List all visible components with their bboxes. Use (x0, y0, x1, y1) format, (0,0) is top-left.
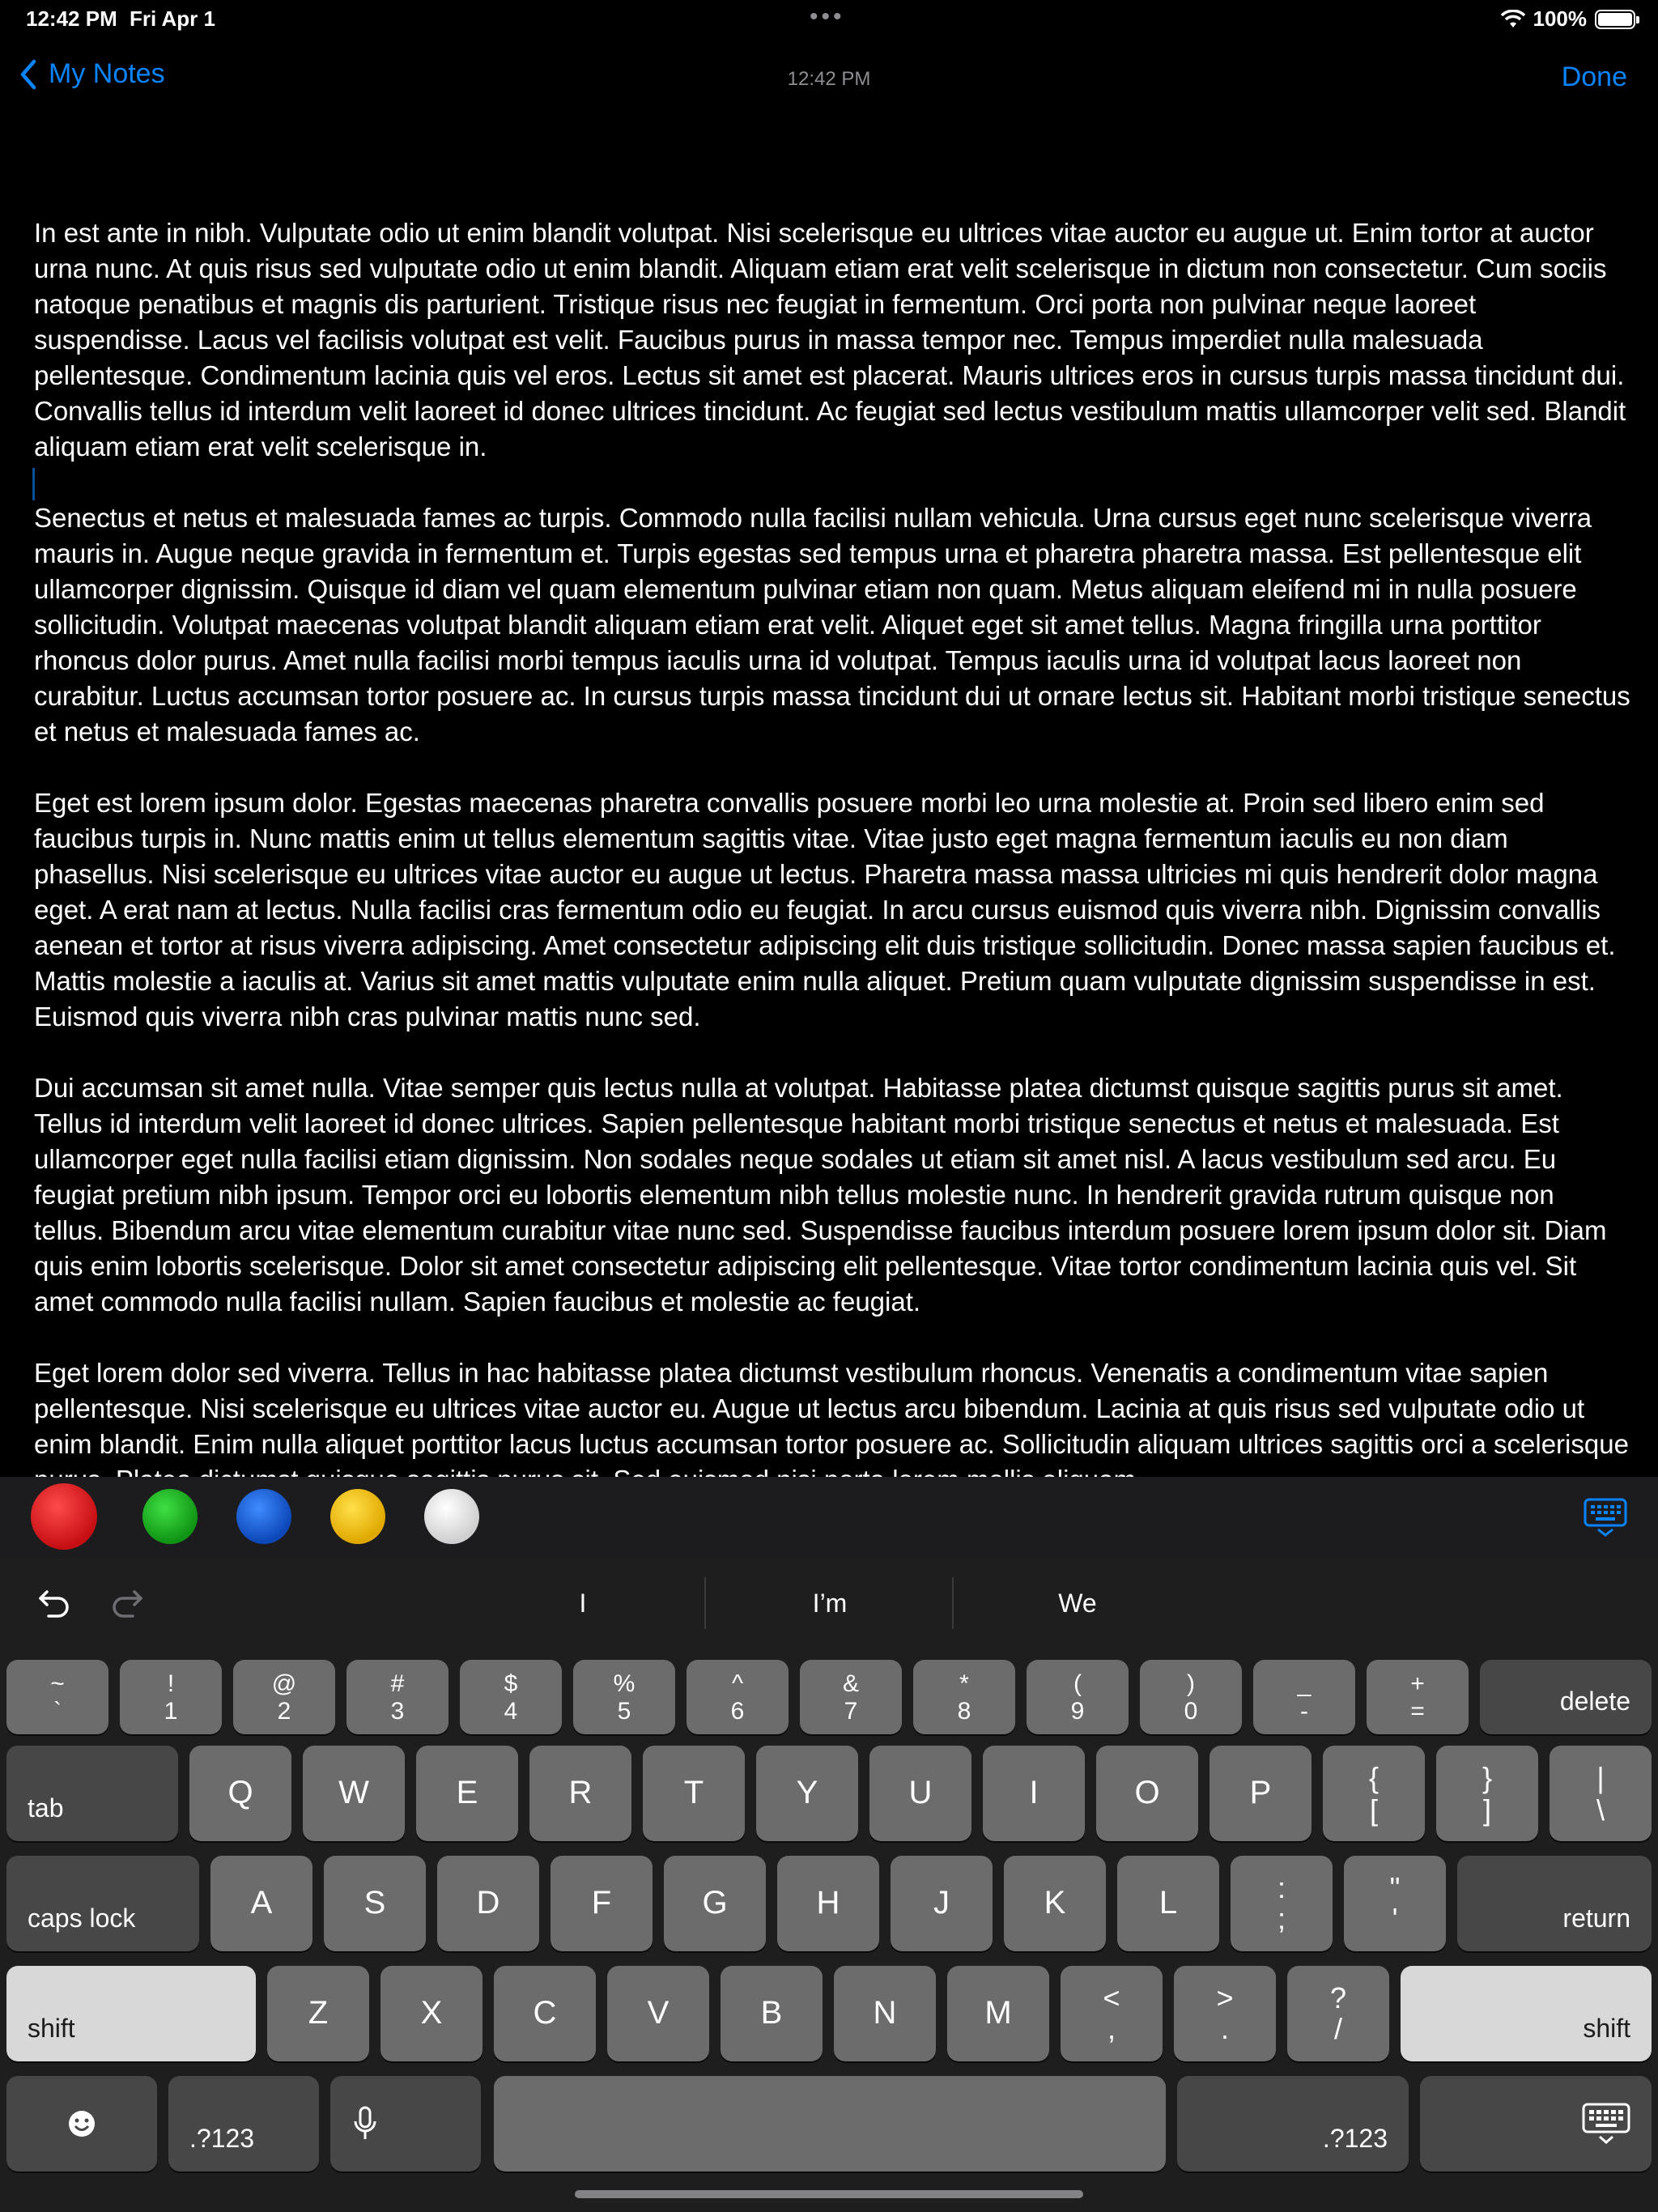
key-c[interactable]: C (494, 1966, 596, 2061)
key-comma[interactable]: <, (1061, 1966, 1163, 2061)
tab-key[interactable]: tab (6, 1746, 178, 1841)
keyboard-dismiss-icon[interactable] (1584, 1498, 1627, 1537)
key-tilde[interactable]: ~ ` (6, 1660, 108, 1734)
redo-icon[interactable] (110, 1587, 144, 1619)
key-v[interactable]: V (607, 1966, 709, 2061)
key-9[interactable]: (9 (1027, 1660, 1129, 1734)
microphone-icon (330, 2076, 481, 2172)
note-paragraph[interactable]: Senectus et netus et malesuada fames ac … (34, 500, 1630, 750)
status-bar: 12:42 PM Fri Apr 1 ••• 100% (0, 0, 1658, 40)
note-paragraph[interactable]: Eget lorem dolor sed viverra. Tellus in … (34, 1355, 1630, 1477)
key-t[interactable]: T (643, 1746, 745, 1841)
key-x[interactable]: X (380, 1966, 483, 2061)
key-slash[interactable]: ? / (1287, 1966, 1389, 2061)
home-indicator[interactable] (575, 2190, 1083, 2198)
suggestion-divider (704, 1577, 706, 1629)
key-b[interactable]: B (721, 1966, 823, 2061)
note-paragraph[interactable]: In est ante in nibh. Vulputate odio ut e… (34, 215, 1630, 465)
green-color-button[interactable] (142, 1489, 198, 1544)
key-u[interactable]: U (869, 1746, 971, 1841)
hide-keyboard-key[interactable] (1420, 2076, 1652, 2172)
key-a[interactable]: A (210, 1856, 312, 1951)
key-d[interactable]: D (437, 1856, 539, 1951)
color-toolbar (0, 1477, 1658, 1558)
key-l[interactable]: L (1117, 1856, 1219, 1951)
key-j[interactable]: J (891, 1856, 993, 1951)
suggestion-2[interactable]: I’m (708, 1589, 951, 1619)
key-5[interactable]: % 5 (573, 1660, 675, 1734)
key-backslash[interactable]: | \ (1550, 1746, 1652, 1841)
key-0[interactable]: ) 0 (1140, 1660, 1242, 1734)
text-cursor (32, 468, 35, 500)
key-k[interactable]: K (1004, 1856, 1106, 1951)
done-button[interactable]: Done (1562, 62, 1627, 93)
blue-color-button[interactable] (236, 1489, 291, 1544)
key-7[interactable]: & 7 (800, 1660, 902, 1734)
status-right: 100% (1500, 6, 1639, 32)
key-g[interactable]: G (664, 1856, 766, 1951)
key-o[interactable]: O (1096, 1746, 1198, 1841)
keyboard-hide-icon (1420, 2076, 1652, 2172)
undo-icon[interactable] (37, 1587, 71, 1619)
return-key[interactable]: return (1457, 1856, 1652, 1951)
onscreen-keyboard: I I’m We ~ ` ! 1 @2 #3 $4 % 5 ^ 6 & 7 * 8 (9 )… (0, 1558, 1658, 2212)
shift-left-key[interactable]: shift (6, 1966, 256, 2061)
key-minus[interactable]: _ - (1253, 1660, 1355, 1734)
key-p[interactable]: P (1209, 1746, 1312, 1841)
key-s[interactable]: S (324, 1856, 426, 1951)
note-paragraph[interactable]: Dui accumsan sit amet nulla. Vitae sempe… (34, 1070, 1630, 1320)
status-date: Fri Apr 1 (130, 6, 215, 31)
dictation-key[interactable] (330, 2076, 481, 2172)
status-time: 12:42 PM (26, 6, 117, 31)
key-y[interactable]: Y (756, 1746, 858, 1841)
key-period[interactable]: >. (1174, 1966, 1276, 2061)
battery-icon (1595, 9, 1639, 29)
key-2[interactable]: @2 (233, 1660, 335, 1734)
key-4[interactable]: $4 (460, 1660, 562, 1734)
key-quote[interactable]: " ' (1344, 1856, 1446, 1951)
key-n[interactable]: N (834, 1966, 936, 2061)
key-h[interactable]: H (777, 1856, 879, 1951)
key-equals[interactable]: + = (1367, 1660, 1469, 1734)
space-bar[interactable] (494, 2076, 1166, 2172)
multitasking-dots-icon[interactable]: ••• (810, 3, 845, 31)
numbers-key-right[interactable]: .?123 (1177, 2076, 1409, 2172)
key-6[interactable]: ^ 6 (687, 1660, 789, 1734)
key-right-bracket[interactable]: }] (1436, 1746, 1538, 1841)
delete-key[interactable]: delete (1480, 1660, 1652, 1734)
key-semicolon[interactable]: :; (1231, 1856, 1333, 1951)
suggestion-1[interactable]: I (461, 1589, 704, 1619)
key-w[interactable]: W (303, 1746, 405, 1841)
shift-right-key[interactable]: shift (1401, 1966, 1652, 2061)
wifi-icon (1500, 9, 1525, 28)
key-q[interactable]: Q (189, 1746, 291, 1841)
suggestion-bar: I I’m We (0, 1558, 1658, 1648)
yellow-color-button[interactable] (330, 1489, 385, 1544)
suggestion-3[interactable]: We (956, 1589, 1199, 1619)
numbers-key-left[interactable]: .?123 (168, 2076, 319, 2172)
note-timestamp: 12:42 PM (787, 68, 871, 90)
note-editor[interactable]: In est ante in nibh. Vulputate odio ut e… (34, 215, 1630, 1477)
key-z[interactable]: Z (267, 1966, 369, 2061)
key-left-bracket[interactable]: {[ (1323, 1746, 1425, 1841)
key-f[interactable]: F (551, 1856, 653, 1951)
battery-percent: 100% (1533, 6, 1588, 31)
key-3[interactable]: #3 (346, 1660, 449, 1734)
key-m[interactable]: M (947, 1966, 1049, 2061)
emoji-icon (6, 2076, 157, 2172)
key-i[interactable]: I (983, 1746, 1085, 1841)
caps-lock-key[interactable]: caps lock (6, 1856, 199, 1951)
note-paragraph[interactable]: Eget est lorem ipsum dolor. Egestas maec… (34, 785, 1630, 1035)
suggestion-divider (952, 1577, 954, 1629)
key-1[interactable]: ! 1 (120, 1660, 222, 1734)
key-8[interactable]: * 8 (913, 1660, 1015, 1734)
navigation-bar: My Notes 12:42 PM Done (0, 49, 1658, 113)
key-e[interactable]: E (416, 1746, 518, 1841)
white-color-button[interactable] (424, 1489, 479, 1544)
key-r[interactable]: R (529, 1746, 631, 1841)
red-color-button[interactable] (31, 1483, 97, 1550)
emoji-key[interactable] (6, 2076, 157, 2172)
